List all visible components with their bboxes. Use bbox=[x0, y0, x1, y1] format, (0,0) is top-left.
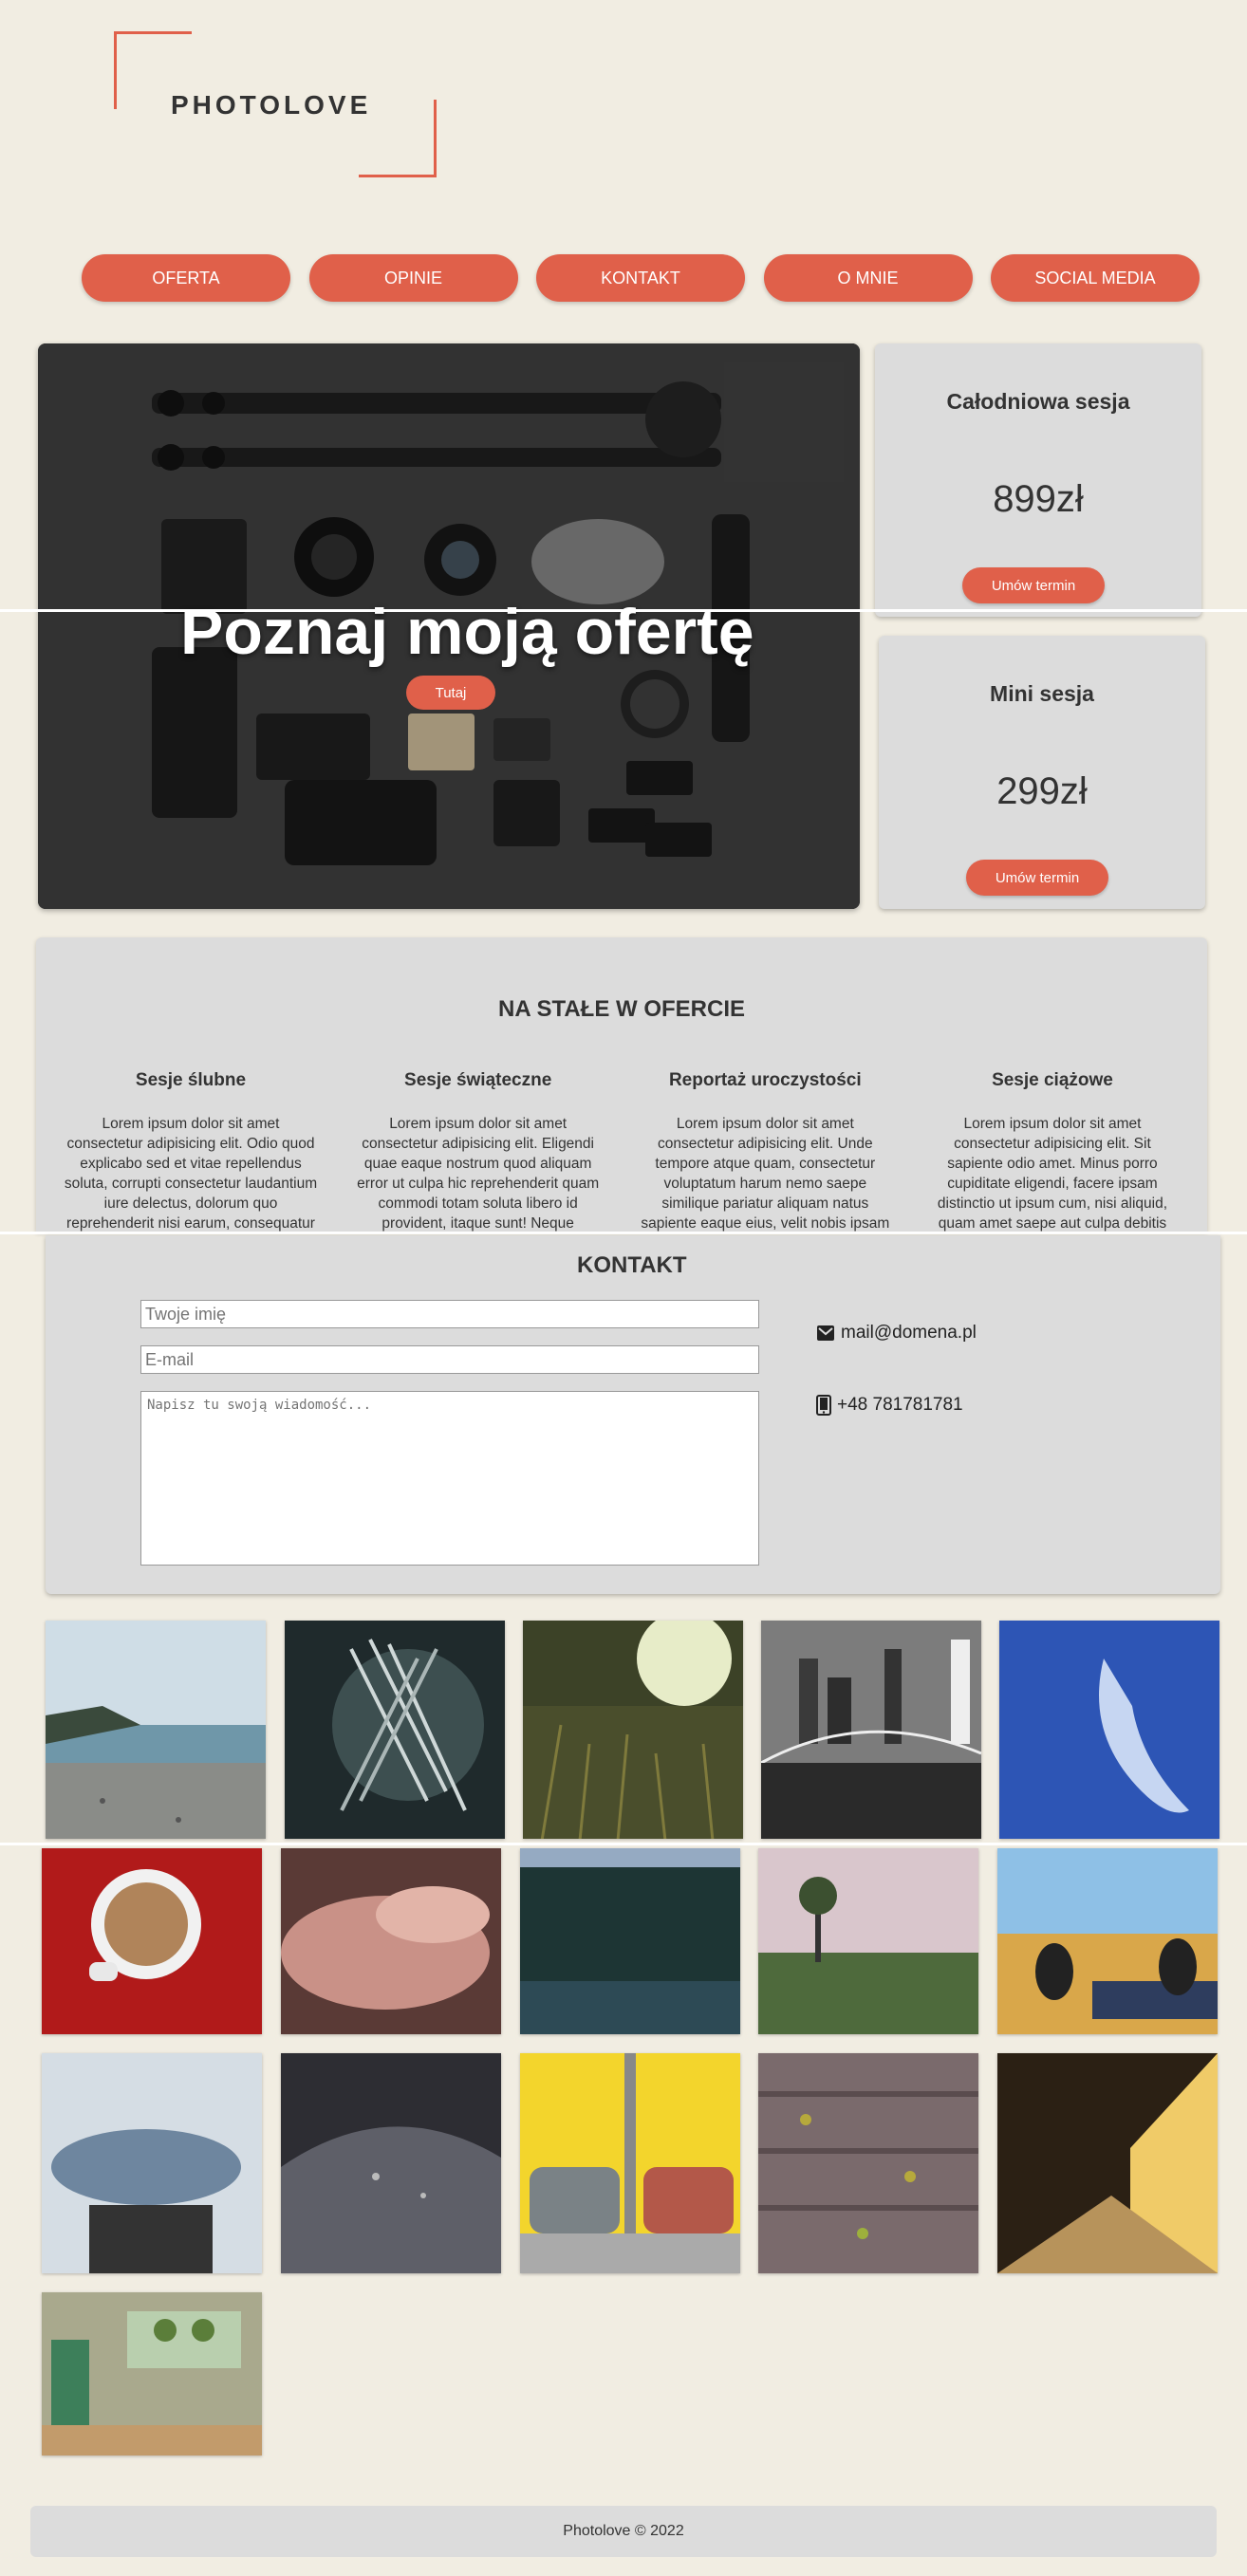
nav-opinie-button[interactable]: OPINIE bbox=[308, 254, 518, 302]
hero-cta-button[interactable]: Tutaj bbox=[406, 676, 495, 710]
offer-item-title: Sesje ciążowe bbox=[992, 1070, 1113, 1090]
name-input[interactable] bbox=[140, 1300, 759, 1328]
gallery-image-water-drops[interactable] bbox=[281, 2053, 501, 2273]
hero-title: Poznaj moją ofertę bbox=[180, 596, 754, 668]
gallery-image-forks[interactable] bbox=[285, 1621, 505, 1839]
book-full-day-button[interactable]: Umów termin bbox=[962, 567, 1105, 603]
offer-item-text: Lorem ipsum dolor sit amet consectetur a… bbox=[64, 1116, 318, 1232]
offer-item: Reportaż uroczystości Lorem ipsum dolor … bbox=[637, 1070, 893, 1232]
screenshot-seam bbox=[0, 609, 1247, 612]
contact-section: KONTAKT mail@domena.pl +48 781781781 bbox=[46, 1235, 1220, 1594]
nav-o-mnie-button[interactable]: O MNIE bbox=[763, 254, 973, 302]
main-nav: OFERTA OPINIE KONTAKT O MNIE SOCIAL MEDI… bbox=[82, 254, 1200, 302]
nav-social-media-button[interactable]: SOCIAL MEDIA bbox=[991, 254, 1200, 302]
logo[interactable]: PHOTOLOVE bbox=[114, 31, 437, 177]
gallery-image-field-tree[interactable] bbox=[758, 1848, 978, 2034]
footer: Photolove © 2022 bbox=[30, 2506, 1217, 2557]
contact-email-row: mail@domena.pl bbox=[816, 1323, 977, 1344]
gallery-image-hands[interactable] bbox=[281, 1848, 501, 2034]
price-card-price: 899zł bbox=[993, 478, 1084, 520]
offer-section: NA STAŁE W OFERCIE Sesje ślubne Lorem ip… bbox=[36, 937, 1207, 1232]
contact-title: KONTAKT bbox=[577, 1252, 687, 1278]
nav-oferta-button[interactable]: OFERTA bbox=[82, 254, 290, 302]
price-card-title: Całodniowa sesja bbox=[946, 389, 1130, 414]
gallery-image-blue-sky[interactable] bbox=[999, 1621, 1219, 1839]
offer-title: NA STAŁE W OFERCIE bbox=[498, 996, 745, 1022]
gallery-image-corridor[interactable] bbox=[997, 2053, 1218, 2273]
gallery-image-beach[interactable] bbox=[46, 1621, 266, 1839]
nav-kontakt-button[interactable]: KONTAKT bbox=[536, 254, 745, 302]
gallery-image-forest[interactable] bbox=[520, 1848, 740, 2034]
price-card-price: 299zł bbox=[996, 770, 1088, 812]
offer-item-text: Lorem ipsum dolor sit amet consectetur a… bbox=[357, 1116, 600, 1232]
contact-email-text[interactable]: mail@domena.pl bbox=[841, 1323, 977, 1344]
contact-phone-row: +48 781781781 bbox=[816, 1395, 963, 1416]
message-textarea[interactable] bbox=[140, 1391, 759, 1566]
gallery-image-cars-garage[interactable] bbox=[520, 2053, 740, 2273]
offer-item-title: Reportaż uroczystości bbox=[668, 1070, 862, 1090]
gallery-image-steam-mug[interactable] bbox=[42, 2053, 262, 2273]
contact-phone-text[interactable]: +48 781781781 bbox=[837, 1395, 963, 1416]
offer-item-text: Lorem ipsum dolor sit amet consectetur a… bbox=[937, 1116, 1167, 1232]
screenshot-seam bbox=[0, 1843, 1247, 1845]
footer-copyright: Photolove © 2022 bbox=[563, 2523, 684, 2539]
offer-item: Sesje świąteczne Lorem ipsum dolor sit a… bbox=[350, 1070, 606, 1232]
offer-item: Sesje ciążowe Lorem ipsum dolor sit amet… bbox=[924, 1070, 1181, 1232]
gallery-image-sneakers-field[interactable] bbox=[997, 1848, 1218, 2034]
screenshot-seam bbox=[0, 1232, 1247, 1234]
hero-banner: Poznaj moją ofertę Tutaj bbox=[38, 343, 860, 909]
phone-icon bbox=[816, 1395, 831, 1416]
logo-text: PHOTOLOVE bbox=[171, 90, 372, 120]
gallery-image-meadow-sunset[interactable] bbox=[523, 1621, 743, 1839]
gallery-image-coffee-cup[interactable] bbox=[42, 1848, 262, 2034]
price-card-title: Mini sesja bbox=[990, 681, 1094, 706]
offer-item-title: Sesje świąteczne bbox=[404, 1070, 552, 1090]
offer-item: Sesje ślubne Lorem ipsum dolor sit amet … bbox=[63, 1070, 319, 1232]
gallery-image-bridge-city[interactable] bbox=[761, 1621, 981, 1839]
email-input[interactable] bbox=[140, 1345, 759, 1374]
gallery-image-wood-leaves[interactable] bbox=[758, 2053, 978, 2273]
gallery-image-plants-window[interactable] bbox=[42, 2292, 262, 2456]
price-card-full-day: Całodniowa sesja 899zł Umów termin bbox=[875, 343, 1201, 617]
offer-item-text: Lorem ipsum dolor sit amet consectetur a… bbox=[641, 1116, 890, 1232]
envelope-icon bbox=[817, 1325, 834, 1341]
offer-item-title: Sesje ślubne bbox=[135, 1070, 247, 1090]
book-mini-button[interactable]: Umów termin bbox=[966, 860, 1108, 896]
price-card-mini: Mini sesja 299zł Umów termin bbox=[879, 636, 1205, 909]
